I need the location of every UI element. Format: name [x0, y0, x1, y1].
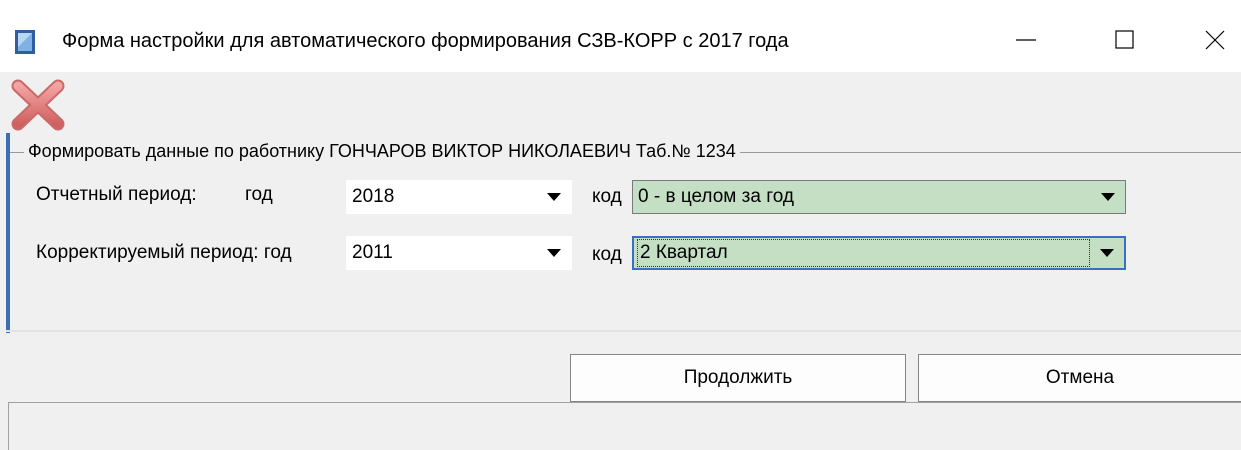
reporting-year-label: год	[245, 184, 273, 205]
close-button[interactable]	[1185, 14, 1241, 66]
red-x-delete-icon[interactable]	[8, 76, 70, 134]
corrected-code-value: 2 Квартал	[637, 239, 1090, 267]
corrected-code-label: код	[592, 244, 622, 265]
corrected-code-combo[interactable]: 2 Квартал	[632, 236, 1126, 270]
maximize-button[interactable]	[1095, 14, 1155, 66]
corrected-year-value: 2011	[352, 242, 393, 263]
maximize-icon	[1115, 30, 1134, 49]
reporting-code-combo[interactable]: 0 - в целом за год	[632, 180, 1126, 214]
chevron-down-icon[interactable]	[537, 237, 571, 269]
groupbox-legend: Формировать данные по работнику ГОНЧАРОВ…	[24, 141, 740, 162]
reporting-code-value: 0 - в целом за год	[638, 186, 794, 207]
close-icon	[1205, 30, 1225, 50]
status-bar	[8, 402, 1241, 450]
minimize-icon	[1016, 39, 1036, 41]
chevron-down-icon[interactable]	[1091, 181, 1125, 213]
minimize-button[interactable]	[996, 14, 1056, 66]
window-title: Форма настройки для автоматического форм…	[62, 30, 789, 52]
reporting-year-value: 2018	[352, 186, 395, 207]
chevron-down-icon[interactable]	[537, 181, 571, 213]
cancel-button[interactable]: Отмена	[918, 354, 1241, 402]
reporting-year-combo[interactable]: 2018	[346, 180, 572, 214]
corrected-year-combo[interactable]: 2011	[346, 236, 572, 270]
divider	[6, 330, 1241, 332]
reporting-period-label: Отчетный период:	[36, 184, 197, 205]
reporting-code-label: код	[592, 186, 622, 207]
app-document-icon	[12, 28, 40, 56]
continue-button[interactable]: Продолжить	[570, 354, 906, 402]
chevron-down-icon[interactable]	[1090, 238, 1124, 268]
corrected-period-label: Корректируемый период: год	[36, 242, 292, 263]
